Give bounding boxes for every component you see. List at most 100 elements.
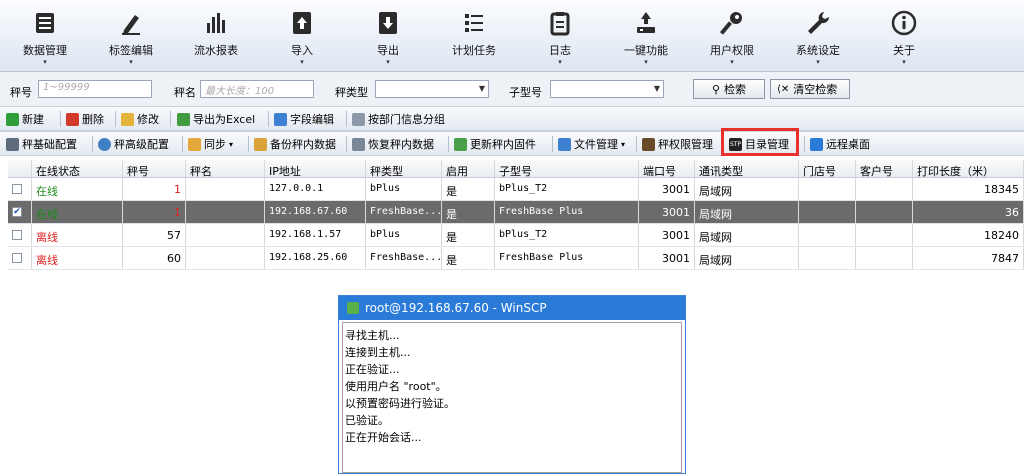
column-header[interactable]: 启用 [442,160,495,177]
column-header[interactable]: 通讯类型 [695,160,799,177]
ribbon-user-permissions[interactable]: 用户权限 ▾ [697,6,767,66]
ribbon-scheduled-tasks[interactable]: 计划任务 [439,6,509,58]
highlight-box [721,128,799,156]
cell-customer [856,178,913,200]
cell-status: 在线 [32,201,123,223]
ribbon-import[interactable]: 导入 ▾ [267,6,337,66]
restore-label: 恢复秤内数据 [368,138,434,151]
row-checkbox[interactable] [12,253,22,263]
column-header[interactable]: 打印长度（米） [913,160,1024,177]
new-button[interactable]: 新建 [6,110,44,128]
export-excel-label: 导出为Excel [193,113,256,126]
ribbon-flow-report[interactable]: 流水报表 [181,6,251,58]
table-header: 在线状态 秤号 秤名 IP地址 秤类型 启用 子型号 端口号 通讯类型 门店号 … [8,160,1024,178]
group-by-dept-button[interactable]: 按部门信息分组 [352,110,445,128]
backup-button[interactable]: 备份秤内数据 [254,135,336,153]
log-line: 正在开始会话... [345,431,422,444]
search-button[interactable]: ⚲ 检索 [693,79,765,99]
column-header[interactable]: 子型号 [495,160,639,177]
row-checkbox[interactable] [12,230,22,240]
chevron-down-icon: ▾ [558,58,562,66]
scale-name-input[interactable]: 最大长度：100 [200,80,314,98]
toolbar-divider [552,136,553,152]
column-header[interactable]: 秤名 [186,160,265,177]
column-header[interactable]: 在线状态 [32,160,123,177]
column-header[interactable]: 门店号 [799,160,856,177]
ribbon-label-edit[interactable]: 标签编辑 ▾ [96,6,166,66]
restore-icon [352,137,365,151]
row-checkbox[interactable] [12,184,22,194]
file-manage-label: 文件管理 [574,138,618,151]
cell-status: 离线 [32,247,123,269]
main-ribbon: 数据管理 ▾ 标签编辑 ▾ 流水报表 导入 ▾ 导出 ▾ 计划任务 日志 ▾ 一… [0,0,1024,72]
column-header[interactable]: 秤号 [123,160,186,177]
scale-type-select[interactable]: ▼ [375,80,489,98]
toolbar-divider [448,136,449,152]
wrench-icon [783,6,853,40]
ribbon-label: 关于 [893,44,915,57]
ribbon-export[interactable]: 导出 ▾ [353,6,423,66]
toolbar-divider [182,136,183,152]
file-manage-button[interactable]: 文件管理 ▾ [558,135,625,153]
column-header[interactable]: 秤类型 [366,160,442,177]
basic-config-button[interactable]: 秤基础配置 [6,135,77,153]
export-excel-button[interactable]: 导出为Excel [177,110,255,128]
table-row[interactable]: 离线 57 192.168.1.57 bPlus 是 bPlus_T2 3001 局域网 182… [8,224,1024,247]
chevron-down-icon: ▾ [644,58,648,66]
ribbon-data-management[interactable]: 数据管理 ▾ [10,6,80,66]
key-icon [697,6,767,40]
cell-comm: 局域网 [695,201,799,223]
scale-no-label: 秤号 [10,86,32,99]
pen-edit-icon [96,6,166,40]
remote-desktop-button[interactable]: 远程桌面 [810,135,870,153]
column-header[interactable]: 客户号 [856,160,913,177]
dropdown-arrow-icon: ▼ [653,84,660,93]
column-header[interactable]: 端口号 [639,160,695,177]
task-list-icon [439,6,509,40]
sync-button[interactable]: 同步 ▾ [188,135,233,153]
modify-button[interactable]: 修改 [121,110,159,128]
toolbar-divider [636,136,637,152]
subtype-select[interactable]: ▼ [550,80,664,98]
cell-comm: 局域网 [695,178,799,200]
advanced-config-button[interactable]: 秤高级配置 [98,135,169,153]
scale-name-label: 秤名 [174,86,196,99]
clear-search-button[interactable]: ⟨✕ 清空检索 [770,79,850,99]
ribbon-about[interactable]: 关于 ▾ [869,6,939,66]
ribbon-label: 一键功能 [624,44,668,57]
permission-button[interactable]: 秤权限管理 [642,135,713,153]
dialog-titlebar[interactable]: root@192.168.67.60 - WinSCP [339,296,685,320]
backup-label: 备份秤内数据 [270,138,336,151]
delete-button[interactable]: 删除 [66,110,104,128]
column-header[interactable]: IP地址 [265,160,366,177]
table-row[interactable]: 离线 60 192.168.25.60 FreshBase... 是 FreshBase … [8,247,1024,270]
gear-icon [98,137,111,151]
table-row[interactable]: ✔ 在线 1 192.168.67.60 FreshBase... 是 FreshBase … [8,201,1024,224]
chevron-down-icon: ▾ [300,58,304,66]
ribbon-system-settings[interactable]: 系统设定 ▾ [783,6,853,66]
ribbon-one-click[interactable]: 一键功能 ▾ [611,6,681,66]
scale-no-input[interactable]: 1~99999 [38,80,152,98]
cell-print-len: 36 [913,201,1024,223]
cell-type: FreshBase... [366,201,442,223]
ribbon-log[interactable]: 日志 ▾ [525,6,595,66]
cell-customer [856,224,913,246]
group-by-dept-label: 按部门信息分组 [368,113,445,126]
row-checkbox[interactable]: ✔ [12,207,22,217]
field-edit-button[interactable]: 字段编辑 [274,110,334,128]
table-row[interactable]: 在线 1 127.0.0.1 bPlus 是 bPlus_T2 3001 局域网 18345 [8,178,1024,201]
permission-label: 秤权限管理 [658,138,713,151]
cell-comm: 局域网 [695,247,799,269]
log-line: 以预置密码进行验证。 [345,397,455,410]
cell-comm: 局域网 [695,224,799,246]
subtype-label: 子型号 [509,86,542,99]
cell-enabled: 是 [442,247,495,269]
restore-button[interactable]: 恢复秤内数据 [352,135,434,153]
cell-customer [856,247,913,269]
cell-no: 57 [123,224,186,246]
ribbon-label: 流水报表 [194,44,238,57]
cell-ip: 192.168.1.57 [265,224,366,246]
update-firmware-button[interactable]: 更新秤内固件 [454,135,536,153]
cell-port: 3001 [639,178,695,200]
cell-status: 离线 [32,224,123,246]
